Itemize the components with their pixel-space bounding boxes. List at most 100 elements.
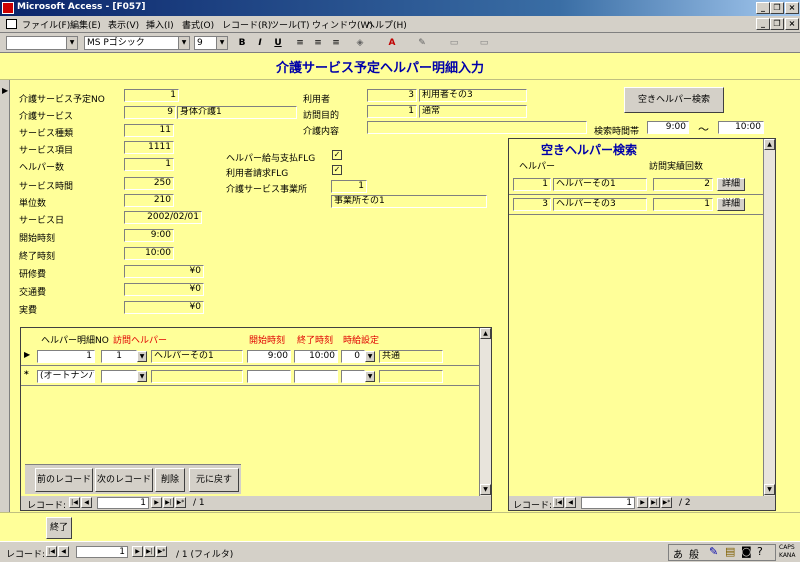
ime-help-icon[interactable]: ? (757, 545, 763, 558)
record-number-field[interactable]: 1 (97, 497, 149, 509)
end-time-field[interactable]: 10:00 (124, 247, 174, 260)
free-helper-scrollbar[interactable]: ▲ ▼ (763, 139, 775, 496)
font-size-combo[interactable]: 9 ▼ (194, 36, 228, 50)
start-time-field[interactable]: 9:00 (124, 229, 174, 242)
visit-count-field[interactable]: 1 (653, 198, 713, 211)
transport-fee-field[interactable]: ¥0 (124, 283, 204, 296)
service-time-field[interactable]: 250 (124, 177, 174, 190)
last-record-icon[interactable]: ▶| (649, 497, 660, 508)
chevron-down-icon[interactable]: ▼ (137, 371, 147, 382)
ime-mode-icon[interactable]: あ (673, 546, 683, 561)
service-date-field[interactable]: 2002/02/01 (124, 211, 202, 224)
new-record-icon[interactable]: ▶* (175, 497, 186, 508)
new-record-icon[interactable]: ▶* (661, 497, 672, 508)
helper-name-field[interactable]: ヘルパーその1 (151, 350, 243, 363)
detail-no-field[interactable]: 1 (37, 350, 95, 363)
scroll-up-icon[interactable]: ▲ (480, 328, 491, 339)
next-record-icon[interactable]: ▶ (151, 497, 162, 508)
scroll-down-icon[interactable]: ▼ (480, 484, 491, 495)
search-from-field[interactable]: 9:00 (647, 121, 689, 134)
service-type-field[interactable]: 11 (124, 124, 174, 137)
user-name-field[interactable]: 利用者その3 (419, 89, 527, 102)
subform-vertical-scrollbar[interactable]: ▲ ▼ (479, 328, 491, 496)
detail-button[interactable]: 詳細 (717, 178, 745, 191)
care-content-field[interactable] (367, 121, 587, 134)
last-record-icon[interactable]: ▶| (144, 546, 155, 557)
plan-no-field[interactable]: 1 (124, 89, 179, 102)
border-width-icon[interactable]: ▭ (446, 36, 462, 50)
chevron-down-icon[interactable]: ▼ (365, 351, 375, 362)
align-center-icon[interactable]: ≡ (310, 36, 326, 50)
row-start-time-field[interactable]: 9:00 (247, 350, 291, 363)
scroll-up-icon[interactable]: ▲ (764, 139, 775, 150)
ime-pad-icon[interactable]: ✎ (709, 545, 718, 558)
purpose-name-field[interactable]: 通常 (419, 105, 527, 118)
restore-button[interactable]: ❐ (770, 2, 784, 14)
prev-record-icon[interactable]: ◀ (58, 546, 69, 557)
object-combo[interactable]: ▼ (6, 36, 78, 50)
training-fee-field[interactable]: ¥0 (124, 265, 204, 278)
office-no-field[interactable]: 1 (331, 180, 367, 193)
new-record-icon[interactable]: ▶* (156, 546, 167, 557)
menu-tools[interactable]: ツール(T) (270, 18, 310, 31)
menu-records[interactable]: レコード(R) (222, 18, 271, 31)
rate-name-field[interactable]: 共通 (379, 350, 443, 363)
menu-file[interactable]: ファイル(F) (22, 18, 70, 31)
minimize-button[interactable]: _ (756, 2, 770, 14)
helper-no-field[interactable]: 1 (513, 178, 551, 191)
user-bill-checkbox[interactable]: ✓ (332, 165, 342, 175)
undo-button[interactable]: 元に戻す (189, 468, 239, 492)
menu-format[interactable]: 書式(O) (182, 18, 214, 31)
underline-button[interactable]: U (270, 36, 286, 50)
menu-help[interactable]: ヘルプ(H) (366, 18, 407, 31)
office-name-field[interactable]: 事業所その1 (331, 195, 487, 208)
care-service-no-field[interactable]: 9 (124, 106, 176, 119)
search-to-field[interactable]: 10:00 (718, 121, 764, 134)
ime-conversion[interactable]: 般 (689, 546, 699, 561)
helper-no-field[interactable]: 3 (513, 198, 551, 211)
prev-record-button[interactable]: 前のレコード (35, 468, 93, 492)
care-service-name-field[interactable]: 身体介護1 (177, 106, 297, 119)
row-end-time-field[interactable]: 10:00 (294, 350, 338, 363)
user-no-field[interactable]: 3 (367, 89, 417, 102)
new-start-time-field[interactable] (247, 370, 291, 383)
record-number-field[interactable]: 1 (581, 497, 635, 509)
helper-pay-checkbox[interactable]: ✓ (332, 150, 342, 160)
new-detail-no-field[interactable]: (オートナンバー) (37, 370, 95, 383)
menu-window[interactable]: ウィンドウ(W) (312, 18, 373, 31)
helper-combo[interactable]: 1 (101, 350, 137, 363)
exit-button[interactable]: 終了 (46, 517, 72, 539)
align-right-icon[interactable]: ≡ (328, 36, 344, 50)
purpose-no-field[interactable]: 1 (367, 105, 417, 118)
first-record-icon[interactable]: |◀ (46, 546, 57, 557)
chevron-down-icon[interactable]: ▼ (137, 351, 147, 362)
font-color-icon[interactable]: A (384, 36, 400, 50)
delete-button[interactable]: 削除 (155, 468, 185, 492)
italic-button[interactable]: I (252, 36, 268, 50)
chevron-down-icon[interactable]: ▼ (365, 371, 375, 382)
menu-view[interactable]: 表示(V) (108, 18, 139, 31)
first-record-icon[interactable]: |◀ (553, 497, 564, 508)
bold-button[interactable]: B (234, 36, 250, 50)
new-helper-name-field[interactable] (151, 370, 243, 383)
first-record-icon[interactable]: |◀ (69, 497, 80, 508)
new-end-time-field[interactable] (294, 370, 338, 383)
unit-count-field[interactable]: 210 (124, 194, 174, 207)
record-number-field[interactable]: 1 (76, 546, 128, 558)
access-app-icon[interactable] (2, 2, 14, 14)
font-name-combo[interactable]: MS Pゴシック ▼ (84, 36, 190, 50)
detail-button[interactable]: 詳細 (717, 198, 745, 211)
menu-insert[interactable]: 挿入(I) (146, 18, 174, 31)
next-record-icon[interactable]: ▶ (132, 546, 143, 557)
next-record-icon[interactable]: ▶ (637, 497, 648, 508)
search-free-helper-button[interactable]: 空きヘルパー検索 (624, 87, 724, 113)
ime-dictionary-icon[interactable]: ▤ (725, 545, 735, 558)
prev-record-icon[interactable]: ◀ (81, 497, 92, 508)
record-selector[interactable]: ▶ (0, 80, 10, 540)
align-left-icon[interactable]: ≡ (292, 36, 308, 50)
fill-color-icon[interactable]: ◈ (352, 36, 368, 50)
scroll-down-icon[interactable]: ▼ (764, 484, 775, 495)
helper-count-field[interactable]: 1 (124, 158, 174, 171)
close-button[interactable]: × (785, 2, 799, 14)
doc-close-button[interactable]: × (785, 18, 799, 30)
